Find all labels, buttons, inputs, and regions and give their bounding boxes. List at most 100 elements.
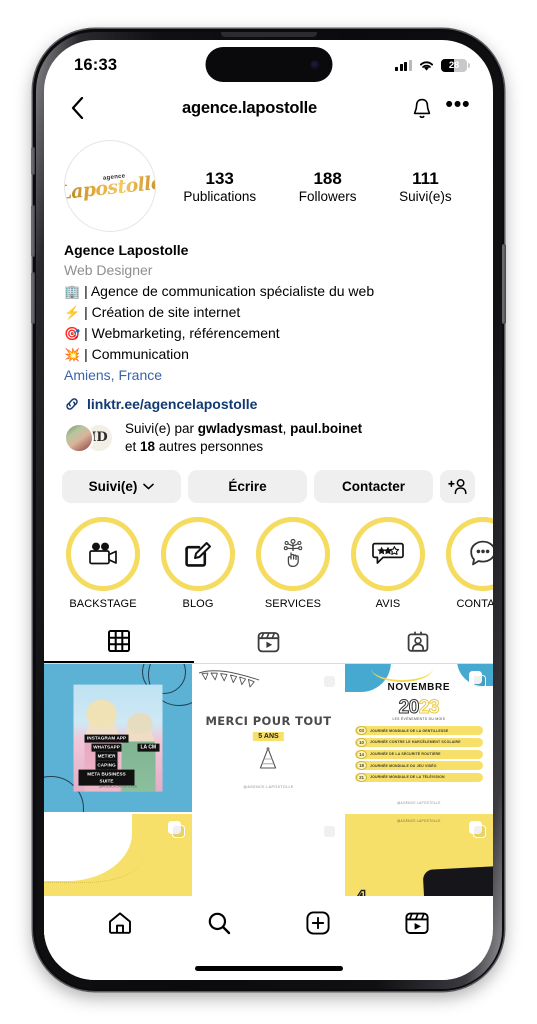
status-indicators: 28: [395, 55, 470, 72]
party-hat-icon: [260, 747, 277, 769]
stat-followers[interactable]: 188 Followers: [299, 168, 357, 204]
add-person-button[interactable]: [440, 470, 475, 504]
ellipsis-icon[interactable]: •••: [445, 94, 471, 121]
event-row: 14 JOURNÉE DE LA SÉCURITÉ ROUTIÈRE: [355, 749, 483, 759]
carousel-icon: [168, 821, 186, 839]
message-label: Écrire: [228, 479, 267, 495]
reels-nav-icon[interactable]: [402, 908, 432, 938]
grid-icon: [107, 629, 130, 652]
tab-grid[interactable]: [44, 620, 194, 664]
hair: [86, 699, 117, 728]
battery-level: 28: [448, 59, 460, 71]
year-part-b: 23: [418, 696, 440, 718]
reels-icon: [257, 632, 280, 653]
volume-down-button[interactable]: [31, 272, 35, 324]
caption-line: CAPING: [95, 761, 118, 770]
event-text: JOURNÉE CONTRE LE HARCÈLEMENT SCOLAIRE: [370, 740, 461, 745]
followed-user-1[interactable]: gwladysmast: [198, 421, 283, 436]
chevron-down-icon: [143, 483, 155, 490]
caption-line: META BUSINESS SUITE: [78, 769, 135, 786]
highlight-cover: [356, 522, 420, 587]
following-button[interactable]: Suivi(e): [62, 470, 181, 504]
status-time: 16:33: [74, 55, 118, 74]
highlight-services[interactable]: SERVICES: [256, 517, 330, 610]
silent-switch[interactable]: [31, 147, 35, 175]
profile-link-text[interactable]: linktr.ee/agencelapostolle: [87, 396, 257, 412]
create-nav-icon[interactable]: [303, 908, 333, 938]
event-row: 21 JOURNÉE MONDIALE DE LA TÉLÉVISION: [355, 772, 483, 782]
event-day: 14: [356, 749, 368, 759]
profile-stats: 133 Publications 188 Followers 111 Suivi…: [156, 168, 473, 204]
highlight-ring: [66, 517, 140, 592]
event-day: 18: [356, 761, 368, 771]
followed-user-2[interactable]: paul.boinet: [290, 421, 362, 436]
status-bar: 16:33 28: [44, 40, 493, 86]
year-part-a: 20: [398, 696, 420, 718]
contact-label: Contacter: [341, 479, 405, 495]
stat-label: Followers: [298, 189, 357, 205]
profile-header: agence Lapostolle 133 Publications 188 F…: [44, 130, 493, 236]
event-row: 03 JOURNÉE MONDIALE DE LA GENTILLESSE: [355, 726, 483, 736]
wifi-icon: [419, 60, 434, 71]
post-tile[interactable]: MERCI POUR TOUT 5 ANS @AGENCE.LAPOSTOLLE: [194, 664, 343, 813]
post-watermark: @AGENCE.LAPOSTOLLE: [99, 784, 138, 789]
tab-reels[interactable]: [194, 620, 344, 663]
bio-line: 🏢 | Agence de communication spécialiste …: [64, 281, 473, 302]
search-nav-icon[interactable]: [204, 908, 234, 938]
carousel-icon: [468, 671, 486, 689]
highlight-cover: [261, 522, 325, 587]
stat-following[interactable]: 111 Suivi(e)s: [399, 168, 452, 204]
stat-publications[interactable]: 133 Publications: [183, 168, 256, 204]
event-list: 03 JOURNÉE MONDIALE DE LA GENTILLESSE 10…: [355, 726, 483, 782]
caption-line: WHATSAPP: [91, 743, 122, 752]
profile-avatar[interactable]: agence Lapostolle: [64, 140, 156, 232]
stat-label: Publications: [183, 189, 257, 205]
hair: [127, 712, 153, 734]
bio-line: ⚡ | Création de site internet: [64, 302, 473, 323]
phone-frame: 16:33 28 agence.lapostolle ••• Lapostoll…: [31, 29, 506, 991]
dynamic-island: [205, 47, 332, 82]
chat-bubble-icon: [470, 540, 493, 566]
volume-up-button[interactable]: [31, 205, 35, 257]
highlight-contact[interactable]: CONTACT: [446, 517, 493, 610]
post-caption-overlay: INSTAGRAM APP WHATSAPP METIER CAPING MET…: [78, 734, 135, 786]
profile-action-buttons: Suivi(e) Écrire Contacter: [44, 456, 493, 504]
power-button[interactable]: [502, 244, 506, 324]
post-badge-text: LA CM: [137, 743, 160, 752]
followed-suffix-post: autres personnes: [155, 438, 264, 454]
post-year: 2023: [345, 696, 493, 719]
contact-button[interactable]: Contacter: [314, 470, 433, 504]
highlight-ring: [161, 517, 235, 592]
event-row: 10 JOURNÉE CONTRE LE HARCÈLEMENT SCOLAIR…: [355, 737, 483, 747]
highlight-blog[interactable]: BLOG: [161, 517, 235, 610]
highlight-avis[interactable]: AVIS: [351, 517, 425, 610]
earpiece-speaker: [220, 32, 317, 37]
message-button[interactable]: Écrire: [188, 470, 307, 504]
link-icon: [66, 397, 78, 410]
back-button[interactable]: [64, 95, 90, 121]
bell-icon[interactable]: [409, 95, 435, 121]
carousel-icon: [318, 671, 336, 689]
profile-location[interactable]: Amiens, France: [64, 365, 473, 386]
followed-prefix: Suivi(e) par: [125, 420, 198, 436]
post-title: MERCI POUR TOUT: [205, 714, 332, 729]
home-indicator[interactable]: [194, 966, 343, 971]
tab-tagged[interactable]: [343, 620, 493, 663]
highlight-ring: [256, 517, 330, 592]
followed-by-text: Suivi(e) par gwladysmast, paul.boinet et …: [125, 420, 362, 456]
followed-by-avatars: ID: [64, 422, 116, 453]
profile-nav-header: agence.lapostolle •••: [44, 86, 493, 130]
highlight-cover: [166, 522, 230, 587]
event-text: JOURNÉE MONDIALE DE LA GENTILLESSE: [370, 728, 449, 733]
profile-bio: Agence Lapostolle Web Designer 🏢 | Agenc…: [44, 236, 493, 386]
post-tile[interactable]: NOVEMBRE 2023 LES ÉVÉNEMENTS DU MOIS 03 …: [344, 664, 493, 813]
post-tile[interactable]: INSTAGRAM APP WHATSAPP METIER CAPING MET…: [44, 664, 193, 813]
home-nav-icon[interactable]: [105, 908, 135, 938]
bunting-decoration: [199, 670, 260, 688]
decorative-dots: [46, 838, 144, 883]
followed-suffix-pre: et: [125, 438, 141, 454]
profile-tabs: [44, 620, 493, 665]
profile-link-row[interactable]: linktr.ee/agencelapostolle: [44, 386, 493, 412]
highlight-backstage[interactable]: BACKSTAGE: [66, 517, 140, 610]
followed-by-row[interactable]: ID Suivi(e) par gwladysmast, paul.boinet…: [44, 412, 493, 456]
